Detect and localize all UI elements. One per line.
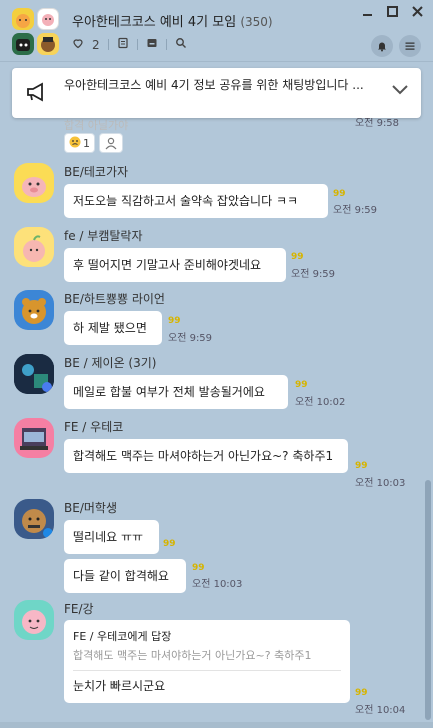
avatar[interactable]	[14, 163, 54, 203]
message-time: 오전 9:59	[168, 333, 213, 344]
avatar[interactable]	[14, 227, 54, 267]
reactions-bar: 1	[64, 133, 123, 153]
message-bubble[interactable]: 메일로 합불 여부가 전체 발송될거에요	[64, 375, 288, 409]
member-count: (350)	[240, 15, 273, 29]
sender-name: FE/강	[64, 602, 94, 616]
message-text: 후 떨어지면 기말고사 준비해야겟네요	[73, 258, 262, 272]
reaction-count: 1	[83, 136, 90, 150]
message-bubble[interactable]: 후 떨어지면 기말고사 준비해야겟네요	[64, 248, 286, 282]
sender-name: BE/하트뿅뿅 라이언	[64, 292, 165, 306]
bell-icon	[378, 42, 386, 52]
sender-name: BE/머학생	[64, 501, 117, 515]
message-text: 떨리네요 ㅠㅠ	[73, 530, 144, 544]
room-title-text: 우아한테크코스 예비 4기 모임	[72, 15, 237, 30]
sender-name: FE / 우테코	[64, 420, 124, 434]
emoji-icon	[69, 136, 81, 151]
avatar[interactable]	[14, 600, 54, 640]
faded-message: 합격 아닐가야	[64, 119, 129, 132]
message-bubble[interactable]: 저도오늘 직감하고서 술약속 잡았습니다 ㅋㅋ	[64, 184, 328, 218]
maximize-icon[interactable]	[387, 6, 398, 21]
sender-name: BE/테코가자	[64, 165, 129, 179]
message-time: 오전 10:04	[355, 705, 406, 716]
chat-header: 우아한테크코스 예비 4기 모임 (350) 2	[0, 0, 433, 62]
message-bubble[interactable]: 하 제발 됐으면	[64, 311, 162, 345]
unread-count: 99	[168, 316, 181, 326]
avatar[interactable]	[14, 499, 54, 539]
input-area-edge	[0, 722, 433, 728]
menu-button[interactable]	[399, 35, 421, 57]
like-count: 2	[92, 37, 100, 52]
avatar[interactable]	[14, 418, 54, 458]
message-time: 오전 10:02	[295, 397, 346, 408]
reaction-button[interactable]: 1	[64, 133, 95, 153]
room-avatar-group[interactable]	[12, 8, 60, 56]
room-title: 우아한테크코스 예비 4기 모임 (350)	[72, 11, 273, 30]
unread-count: 99	[291, 252, 304, 262]
message-text: 메일로 합불 여부가 전체 발송될거에요	[73, 385, 265, 399]
unread-count: 99	[355, 461, 368, 471]
avatar[interactable]	[14, 290, 54, 330]
notification-bell-button[interactable]	[371, 35, 393, 57]
message-text: 다들 같이 합격해요	[73, 569, 169, 583]
sender-name: fe / 부캠탈락자	[64, 229, 143, 243]
message-text: 저도오늘 직감하고서 술약속 잡았습니다 ㅋㅋ	[73, 194, 299, 208]
message-time: 오전 9:59	[291, 269, 336, 280]
divider	[73, 670, 341, 671]
heart-icon[interactable]	[72, 37, 84, 52]
member-avatar	[37, 33, 59, 55]
message-time: 오전 10:03	[355, 478, 406, 489]
divider	[107, 39, 109, 50]
message-bubble[interactable]: 합격해도 맥주는 마셔야하는거 아닌가요~? 축하주1	[64, 439, 348, 473]
chevron-down-icon[interactable]	[391, 84, 409, 99]
notice-text: 우아한테크코스 예비 4기 정보 공유를 위한 채팅방입니다 ...	[64, 78, 364, 92]
person-icon	[105, 137, 117, 150]
minimize-icon[interactable]	[362, 6, 373, 21]
unread-count: 99	[163, 539, 176, 549]
notice-banner[interactable]: 우아한테크코스 예비 4기 정보 공유를 위한 채팅방입니다 ...	[12, 68, 421, 118]
member-avatar	[12, 33, 34, 55]
unread-count: 99	[333, 189, 346, 199]
notes-icon[interactable]	[117, 37, 129, 52]
reply-quote: 합격해도 맥주는 마셔야하는거 아닌가요~? 축하주1	[73, 649, 312, 662]
hamburger-icon	[405, 42, 415, 50]
member-avatar	[12, 8, 34, 30]
message-time: 오전 10:03	[192, 579, 243, 590]
avatar[interactable]	[14, 354, 54, 394]
divider	[165, 39, 167, 50]
unread-count: 99	[192, 563, 205, 573]
unread-count: 99	[295, 380, 308, 390]
message-text: 눈치가 빠르시군요	[73, 679, 166, 693]
message-bubble[interactable]: 다들 같이 합격해요	[64, 559, 186, 593]
megaphone-icon	[26, 82, 48, 105]
message-text: 합격해도 맥주는 마셔야하는거 아닌가요~? 축하주1	[73, 449, 334, 463]
message-bubble[interactable]: 떨리네요 ㅠㅠ	[64, 520, 159, 554]
sender-name: BE / 제이온 (3기)	[64, 356, 157, 370]
reply-target[interactable]: FE / 우테코에게 답장	[73, 628, 341, 646]
message-text: 하 제발 됐으면	[73, 321, 147, 335]
divider	[136, 39, 138, 50]
add-reaction-button[interactable]	[99, 133, 123, 153]
message-time: 오전 9:59	[333, 205, 378, 216]
window-controls	[362, 6, 423, 21]
member-avatar	[37, 8, 59, 30]
unread-count: 99	[355, 688, 368, 698]
close-icon[interactable]	[412, 6, 423, 21]
reply-bubble[interactable]: FE / 우테코에게 답장 합격해도 맥주는 마셔야하는거 아닌가요~? 축하주…	[64, 620, 350, 703]
search-icon[interactable]	[175, 37, 187, 52]
drawer-icon[interactable]	[146, 37, 158, 52]
scrollbar[interactable]	[425, 480, 431, 720]
room-toolbar: 2	[72, 37, 187, 52]
